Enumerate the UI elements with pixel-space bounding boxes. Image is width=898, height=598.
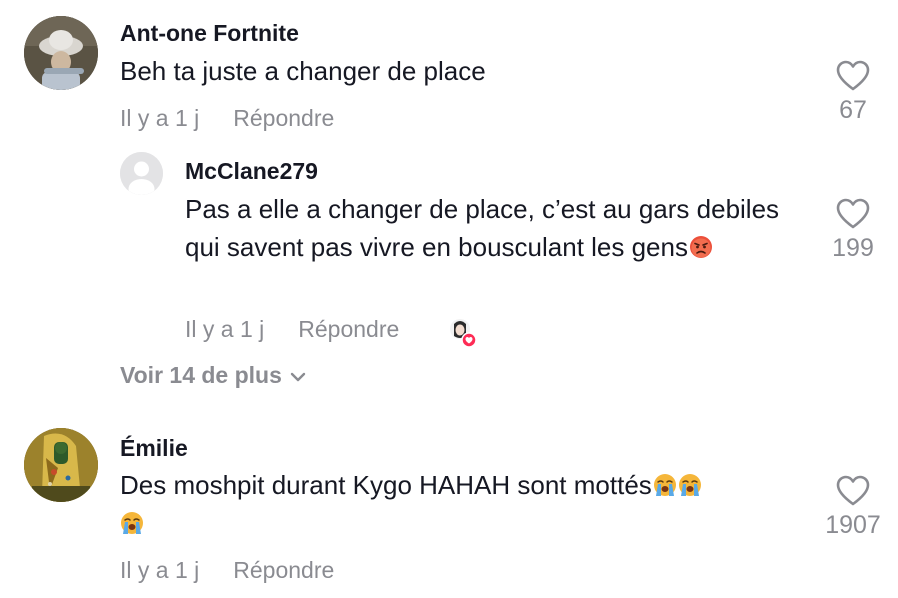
comment-text: Beh ta juste a changer de place — [120, 52, 800, 90]
heart-icon[interactable] — [836, 198, 870, 230]
comment-text-content: Beh ta juste a changer de place — [120, 56, 486, 86]
view-more-replies-button[interactable]: Voir 14 de plus — [120, 362, 306, 389]
chevron-down-icon — [290, 372, 306, 382]
like-count: 1907 — [825, 511, 881, 539]
comment-username[interactable]: McClane279 — [185, 158, 318, 185]
view-more-label: Voir 14 de plus — [120, 362, 282, 388]
reply-button[interactable]: Répondre — [233, 557, 334, 584]
loudly-crying-face-emoji-icon — [678, 474, 701, 496]
reply-button[interactable]: Répondre — [233, 105, 334, 132]
user-avatar[interactable] — [120, 152, 163, 195]
comment-time: Il y a 1 j — [185, 316, 265, 342]
comment-time: Il y a 1 j — [120, 105, 200, 131]
reply-button[interactable]: Répondre — [298, 316, 399, 343]
comment-meta: Il y a 1 j Répondre — [185, 316, 399, 343]
like-count: 199 — [832, 234, 874, 262]
comment-text: Des moshpit durant Kygo HAHAH sont motté… — [120, 466, 800, 542]
like-group: 199 — [821, 198, 885, 263]
comment-meta: Il y a 1 j Répondre — [120, 105, 334, 132]
comment-username[interactable]: Ant-one Fortnite — [120, 20, 299, 47]
user-avatar[interactable] — [24, 16, 98, 90]
like-group: 67 — [821, 60, 885, 125]
comment-meta: Il y a 1 j Répondre — [120, 557, 334, 584]
user-avatar[interactable] — [24, 428, 98, 502]
like-group: 1907 — [821, 475, 885, 540]
comment-item: Ant-one Fortnite Beh ta juste a changer … — [0, 0, 898, 140]
comment-text: Pas a elle a changer de place, c’est au … — [185, 190, 805, 266]
loudly-crying-face-emoji-icon — [121, 512, 143, 534]
angry-face-emoji-icon — [689, 236, 712, 258]
heart-icon[interactable] — [836, 60, 870, 92]
loudly-crying-face-emoji-icon — [653, 474, 676, 496]
comment-text-content: Des moshpit durant Kygo HAHAH sont motté… — [120, 470, 652, 500]
like-count: 67 — [839, 96, 867, 124]
heart-icon[interactable] — [836, 475, 870, 507]
creator-liked-heart-icon — [449, 318, 477, 348]
comment-item: Émilie Des moshpit durant Kygo HAHAH son… — [0, 415, 898, 598]
comment-time: Il y a 1 j — [120, 557, 200, 583]
comment-username[interactable]: Émilie — [120, 435, 188, 462]
